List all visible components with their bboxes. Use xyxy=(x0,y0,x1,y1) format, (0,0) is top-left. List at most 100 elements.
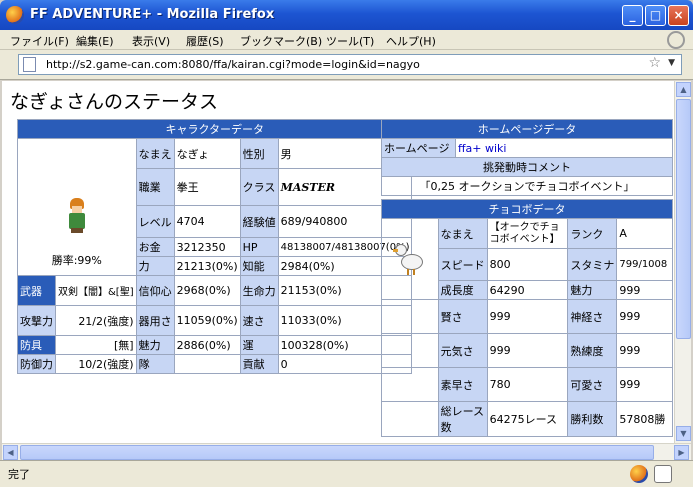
str-label: 力 xyxy=(135,256,175,276)
hp-label: HP xyxy=(239,237,279,257)
attack-label: 攻撃力 xyxy=(17,305,56,336)
money-value: 3212350 xyxy=(173,237,241,257)
name-value: なぎょ xyxy=(173,138,241,169)
chocobo-name-value: 【オークでチョコボイベント】 xyxy=(486,218,569,249)
close-button[interactable]: × xyxy=(668,5,689,26)
chocobo-speed-label: スピード xyxy=(437,248,488,281)
dex-value: 11059(0%) xyxy=(173,305,241,336)
url-text[interactable]: http://s2.game-can.com:8080/ffa/kairan.c… xyxy=(46,58,420,71)
empty-cell xyxy=(381,333,439,368)
scroll-down-icon[interactable]: ▼ xyxy=(676,426,691,441)
minimize-button[interactable]: _ xyxy=(622,5,643,26)
level-value: 4704 xyxy=(173,205,241,238)
races-label: 総レース数 xyxy=(437,401,488,437)
wisdom-value: 999 xyxy=(486,299,569,334)
vigor-value: 999 xyxy=(486,333,569,368)
charm-label: 魅力 xyxy=(135,335,175,355)
faith-value: 2968(0%) xyxy=(173,275,241,306)
chocobo-sprite xyxy=(392,242,427,276)
menu-file[interactable]: ファイル(F) xyxy=(10,33,69,49)
menu-edit[interactable]: 編集(E) xyxy=(76,33,114,49)
empty-cell xyxy=(381,401,439,437)
menu-view[interactable]: 表示(V) xyxy=(132,33,170,49)
character-portrait-cell: 勝率:99% xyxy=(17,138,137,276)
defense-label: 防御力 xyxy=(17,354,56,374)
armor-label: 防具 xyxy=(17,335,56,355)
horizontal-scrollbar[interactable]: ◀ ▶ xyxy=(2,443,691,460)
growth-value: 64290 xyxy=(486,280,569,300)
page-icon xyxy=(23,57,36,72)
chocobo-name-label: なまえ xyxy=(437,218,488,249)
bookmark-star-icon[interactable]: ☆ xyxy=(648,55,661,71)
rank-label: ランク xyxy=(567,218,618,249)
horizontal-scroll-thumb[interactable] xyxy=(20,445,654,460)
comment-value: 「0,25 オークションでチョコボイベント」 xyxy=(381,176,673,196)
homepage-label: ホームページ xyxy=(381,138,456,158)
window-title: FF ADVENTURE+ - Mozilla Firefox xyxy=(30,7,275,22)
speed-label: 速さ xyxy=(239,305,279,336)
name-label: なまえ xyxy=(135,138,175,169)
class-label: クラス xyxy=(239,168,279,206)
empty-cell xyxy=(381,367,439,402)
attack-value: 21/2(強度) xyxy=(55,305,137,336)
int-label: 知能 xyxy=(239,256,279,276)
nerve-label: 神経さ xyxy=(567,299,618,334)
chocobo-charm-value: 999 xyxy=(616,280,673,300)
character-sprite xyxy=(67,198,87,234)
menu-help[interactable]: ヘルプ(H) xyxy=(386,33,436,49)
wins-value: 57808勝 xyxy=(616,401,673,437)
title-bar: FF ADVENTURE+ - Mozilla Firefox _ □ × xyxy=(0,0,693,30)
firefox-icon xyxy=(6,6,24,24)
page-title: なぎょさんのステータス xyxy=(10,91,219,113)
vertical-scroll-thumb[interactable] xyxy=(676,99,691,339)
chocobo-header: チョコボデータ xyxy=(381,199,673,219)
job-label: 職業 xyxy=(135,168,175,206)
character-header: キャラクターデータ xyxy=(16,119,413,139)
rank-value: A xyxy=(616,218,673,249)
exp-label: 経験値 xyxy=(239,205,279,238)
sex-label: 性別 xyxy=(239,138,279,169)
homepage-table: ホームページデータ ホームページ ffa+ wiki 挑発動時コメント 「0,2… xyxy=(381,119,674,196)
dropdown-arrow-icon[interactable]: ▼ xyxy=(668,58,675,68)
character-table: キャラクターデータ 勝率:99% なまえ なぎょ 性別 男 職業 拳王 クラス … xyxy=(16,119,413,374)
dex-label: 器用さ xyxy=(135,305,175,336)
page-viewport: なぎょさんのステータス キャラクターデータ 勝率:99% なまえ なぎょ 性別 … xyxy=(2,81,674,443)
empty-cell xyxy=(381,299,439,334)
wins-label: 勝利数 xyxy=(567,401,618,437)
chocobo-speed-value: 800 xyxy=(486,248,569,281)
menu-history[interactable]: 履歴(S) xyxy=(186,33,224,49)
growth-label: 成長度 xyxy=(437,280,488,300)
party-label: 隊 xyxy=(135,354,175,374)
stamina-value: 799/1008 xyxy=(616,248,673,281)
vit-label: 生命力 xyxy=(239,275,279,306)
menu-tools[interactable]: ツール(T) xyxy=(326,33,374,49)
scroll-up-icon[interactable]: ▲ xyxy=(676,82,691,97)
scroll-right-icon[interactable]: ▶ xyxy=(674,445,689,460)
armor-value: [無] xyxy=(55,335,137,355)
win-rate: 勝率:99% xyxy=(51,254,102,267)
stamina-label: スタミナ xyxy=(567,248,618,281)
money-label: お金 xyxy=(135,237,175,257)
url-bar[interactable]: http://s2.game-can.com:8080/ffa/kairan.c… xyxy=(18,54,682,75)
weapon-value: 双剣【闇】&[聖] xyxy=(55,275,137,306)
defense-value: 10/2(強度) xyxy=(55,354,137,374)
job-value: 拳王 xyxy=(173,168,241,206)
cuteness-label: 可愛さ xyxy=(567,367,618,402)
homepage-link[interactable]: ffa+ wiki xyxy=(454,138,674,158)
vertical-scrollbar[interactable]: ▲ ▼ xyxy=(674,81,691,443)
luck-label: 運 xyxy=(239,335,279,355)
quickness-label: 素早さ xyxy=(437,367,488,402)
quickness-value: 780 xyxy=(486,367,569,402)
edit-icon[interactable] xyxy=(654,465,672,483)
scroll-left-icon[interactable]: ◀ xyxy=(3,445,18,460)
maximize-button[interactable]: □ xyxy=(645,5,666,26)
charm-value: 2886(0%) xyxy=(173,335,241,355)
contribution-label: 貢献 xyxy=(239,354,279,374)
firefox-status-icon[interactable] xyxy=(630,465,648,483)
chocobo-charm-label: 魅力 xyxy=(567,280,618,300)
throbber-icon xyxy=(667,31,685,49)
menu-bookmarks[interactable]: ブックマーク(B) xyxy=(240,33,322,49)
str-value: 21213(0%) xyxy=(173,256,241,276)
status-text: 完了 xyxy=(8,468,30,481)
status-bar: 完了 xyxy=(0,460,693,487)
